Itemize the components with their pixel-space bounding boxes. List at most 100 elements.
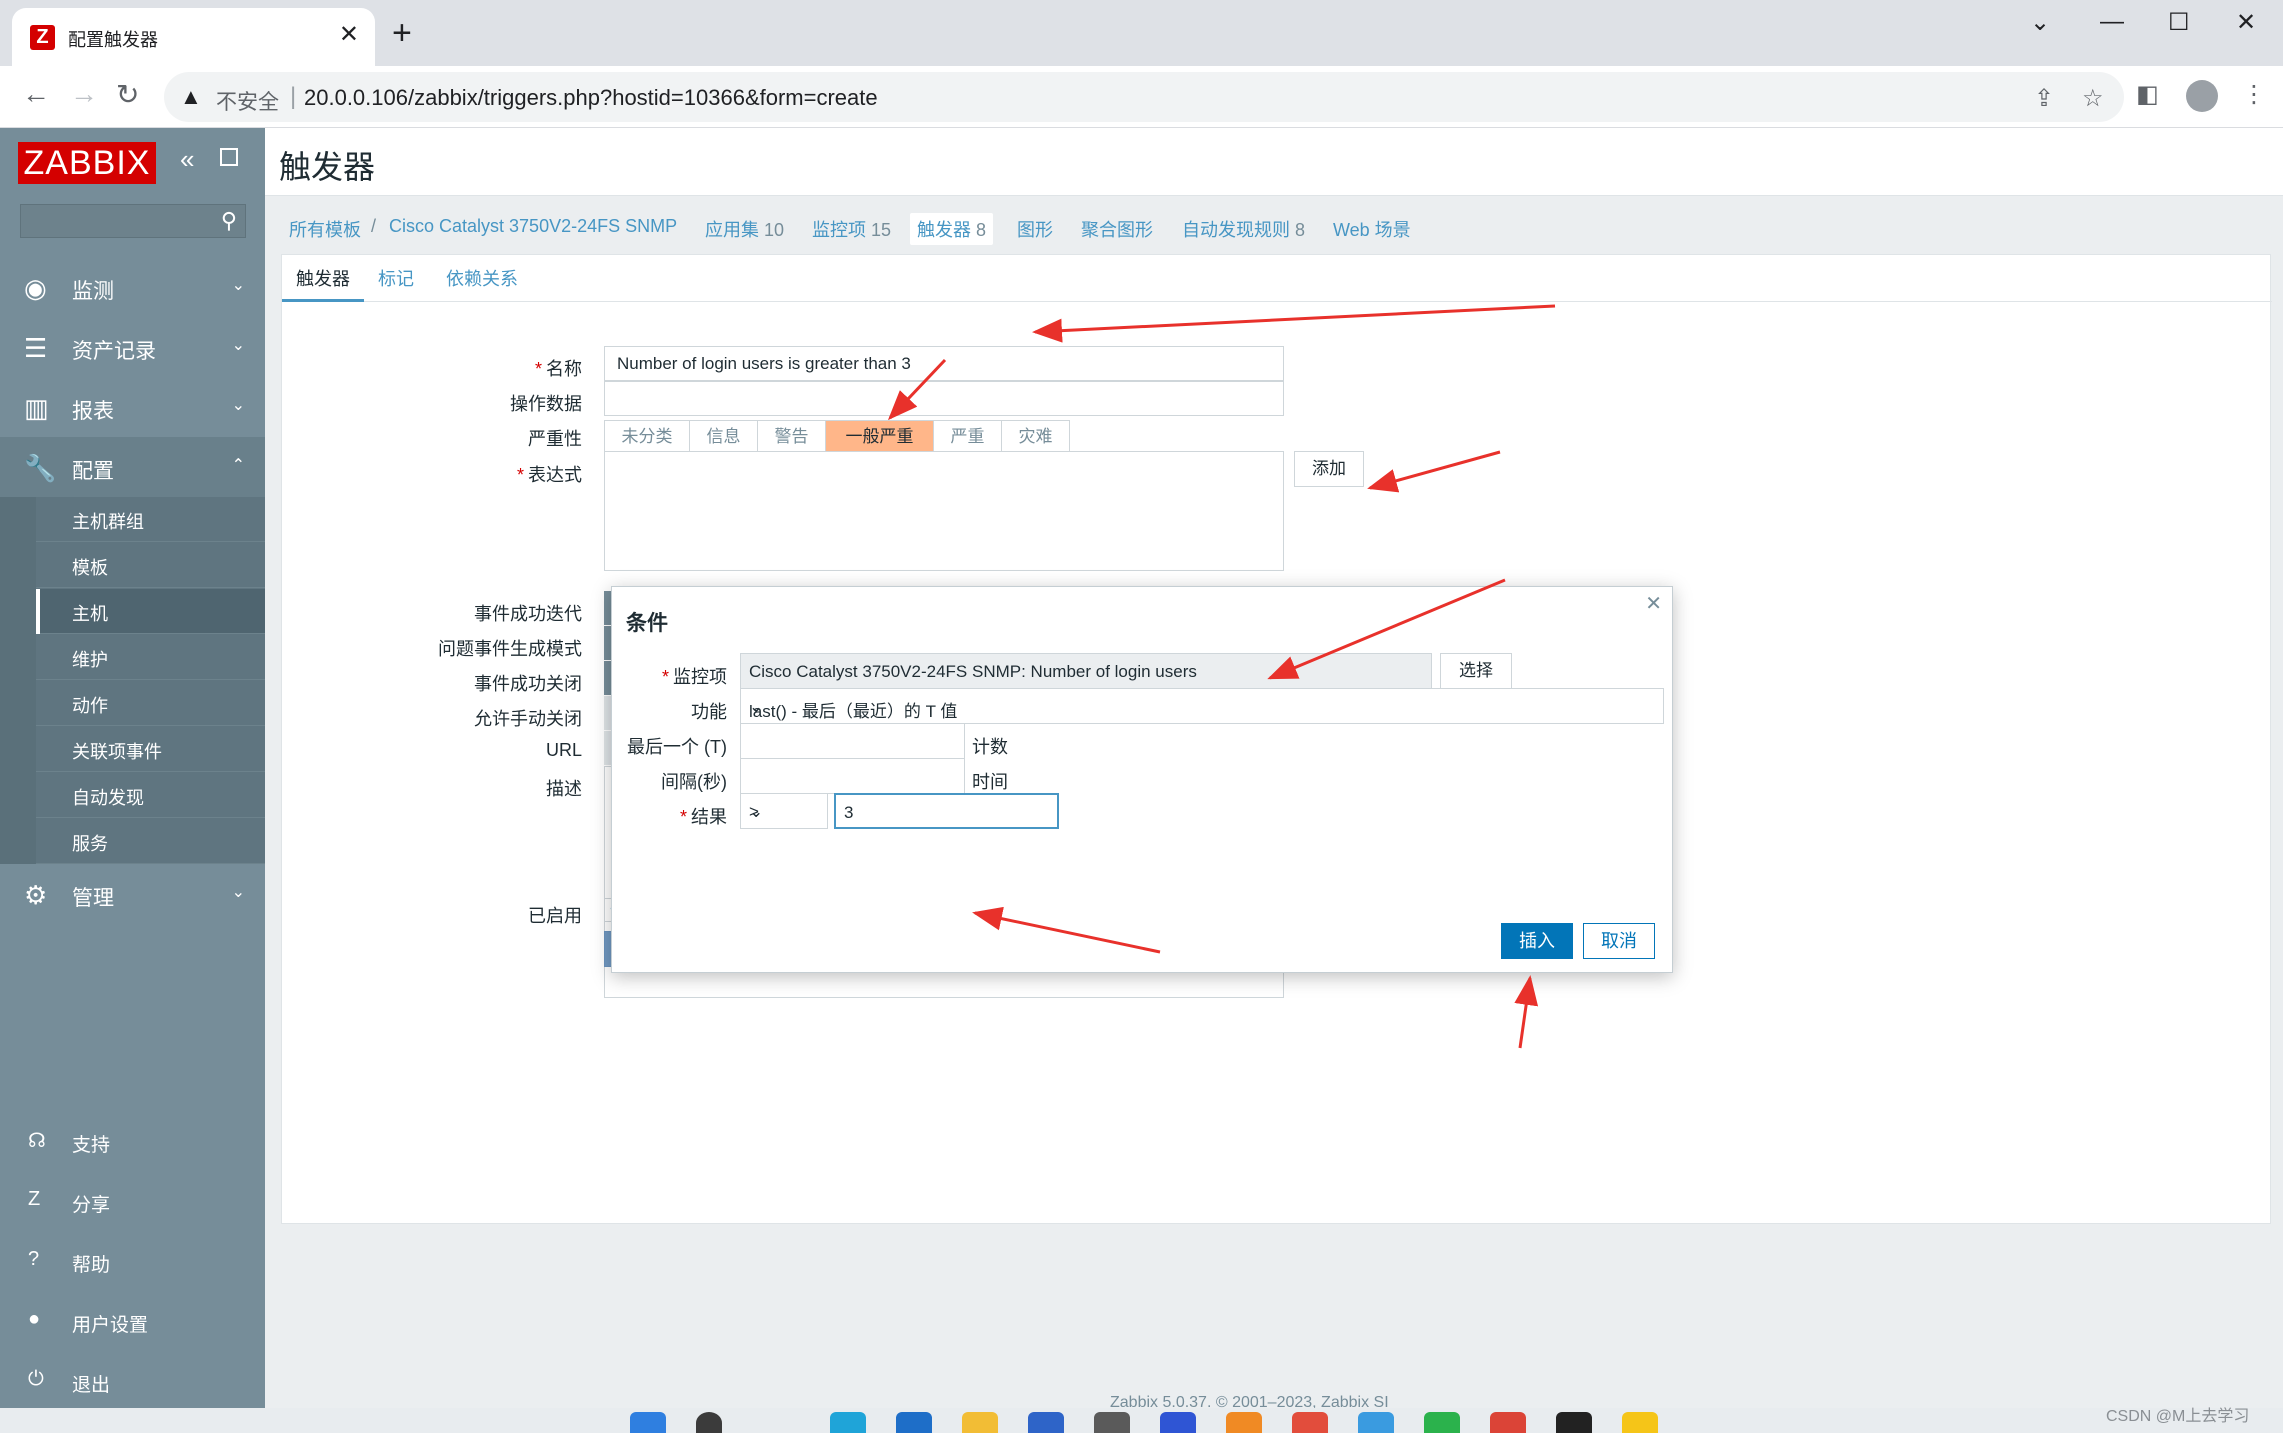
wrench-icon: 🔧 bbox=[24, 453, 57, 483]
edge-icon[interactable] bbox=[830, 1412, 866, 1433]
submenu-hosts[interactable]: 主机 bbox=[36, 589, 265, 634]
last-unit: 计数 bbox=[972, 737, 1008, 757]
browser-tab[interactable]: Z 配置触发器 ✕ bbox=[12, 8, 375, 66]
expression-add-button[interactable]: 添加 bbox=[1294, 451, 1364, 487]
warning-icon[interactable]: ▲ bbox=[180, 84, 202, 110]
item-select-button[interactable]: 选择 bbox=[1440, 653, 1512, 689]
side-panel-icon[interactable]: ◧ bbox=[2136, 80, 2159, 109]
interval-label: 间隔(秒) bbox=[661, 772, 727, 792]
submenu-correlation[interactable]: 关联项事件 bbox=[36, 727, 265, 772]
store-icon[interactable] bbox=[1028, 1412, 1064, 1433]
result-value-input[interactable]: 3 bbox=[834, 793, 1059, 829]
menu-monitoring[interactable]: ◉ 监测 ⌄ bbox=[0, 257, 265, 317]
collapse-sidebar-icon[interactable]: « bbox=[180, 144, 194, 175]
back-icon[interactable]: ← bbox=[22, 78, 50, 110]
breadcrumb-items[interactable]: 监控项 15 bbox=[812, 216, 891, 242]
dialog-cancel-button[interactable]: 取消 bbox=[1583, 923, 1655, 959]
chrome-icon[interactable] bbox=[1490, 1412, 1526, 1433]
submenu-services[interactable]: 服务 bbox=[36, 819, 265, 864]
window-close-icon[interactable]: ✕ bbox=[2236, 8, 2256, 37]
breadcrumb-web[interactable]: Web 场景 bbox=[1333, 216, 1411, 242]
menu-label: 监测 bbox=[72, 280, 114, 303]
breadcrumb-applications[interactable]: 应用集 10 bbox=[705, 216, 784, 242]
maximize-icon[interactable]: ☐ bbox=[2168, 8, 2190, 37]
reload-icon[interactable]: ↻ bbox=[116, 78, 139, 111]
chart-icon: ▥ bbox=[24, 393, 49, 423]
opdata-input[interactable] bbox=[604, 381, 1284, 416]
breadcrumb-discovery[interactable]: 自动发现规则 8 bbox=[1182, 216, 1305, 242]
severity-average[interactable]: 一般严重 bbox=[826, 420, 934, 454]
footer-help[interactable]: ? 帮助 bbox=[0, 1236, 265, 1286]
tab-tags[interactable]: 标记 bbox=[378, 265, 414, 291]
app3-icon[interactable] bbox=[1292, 1412, 1328, 1433]
item-input[interactable]: Cisco Catalyst 3750V2-24FS SNMP: Number … bbox=[740, 653, 1432, 689]
footer-label: 退出 bbox=[72, 1375, 111, 1396]
menu-reports[interactable]: ▥ 报表 ⌄ bbox=[0, 377, 265, 437]
terminal-icon[interactable] bbox=[1094, 1412, 1130, 1433]
breadcrumb-triggers[interactable]: 触发器 8 bbox=[910, 213, 994, 245]
severity-warning[interactable]: 警告 bbox=[758, 420, 826, 454]
tab-dependencies[interactable]: 依赖关系 bbox=[446, 265, 518, 291]
chevron-down-icon: ⌄ bbox=[231, 337, 245, 354]
new-tab-icon[interactable]: + bbox=[392, 14, 412, 53]
app4-icon[interactable] bbox=[1622, 1412, 1658, 1433]
submenu-templates[interactable]: 模板 bbox=[36, 543, 265, 588]
submenu-host-groups[interactable]: 主机群组 bbox=[36, 497, 265, 542]
result-operator-select[interactable]: > ⌄ bbox=[740, 793, 828, 829]
menu-label: 管理 bbox=[72, 887, 114, 910]
name-input[interactable]: Number of login users is greater than 3 bbox=[604, 346, 1284, 381]
zabbix-logo[interactable]: ZABBIX bbox=[18, 142, 156, 184]
insert-button[interactable]: 插入 bbox=[1501, 923, 1573, 959]
forward-icon[interactable]: → bbox=[70, 78, 98, 110]
dialog-close-icon[interactable]: ✕ bbox=[1645, 591, 1662, 616]
last-count-input[interactable] bbox=[740, 723, 965, 759]
os-taskbar bbox=[0, 1408, 2283, 1433]
menu-administration[interactable]: ⚙ 管理 ⌄ bbox=[0, 864, 265, 924]
interval-input[interactable] bbox=[740, 758, 965, 794]
submenu-actions[interactable]: 动作 bbox=[36, 681, 265, 726]
vscode-icon[interactable] bbox=[1160, 1412, 1196, 1433]
kiosk-mode-icon[interactable] bbox=[220, 148, 238, 166]
breadcrumb-graphs[interactable]: 图形 bbox=[1017, 216, 1053, 242]
menu-configuration[interactable]: 🔧 配置 ⌃ bbox=[0, 437, 265, 497]
search-icon[interactable]: ⚲ bbox=[221, 208, 237, 234]
footer-share[interactable]: Z 分享 bbox=[0, 1176, 265, 1226]
qq-icon[interactable] bbox=[1556, 1412, 1592, 1433]
submenu-discovery[interactable]: 自动发现 bbox=[36, 773, 265, 818]
breadcrumb-all-templates[interactable]: 所有模板 bbox=[289, 216, 361, 242]
function-select[interactable]: last() - 最后（最近）的 T 值 ⌄ bbox=[740, 688, 1664, 724]
menu-inventory[interactable]: ☰ 资产记录 ⌄ bbox=[0, 317, 265, 377]
chevron-down-icon: ⌄ bbox=[749, 697, 764, 716]
tab-search-chevron-icon[interactable]: ⌄ bbox=[2030, 8, 2050, 37]
breadcrumb-screens[interactable]: 聚合图形 bbox=[1081, 216, 1153, 242]
result-label: * 结果 bbox=[679, 807, 727, 827]
footer-support[interactable]: ☊ 支持 bbox=[0, 1116, 265, 1166]
url-text[interactable]: 20.0.0.106/zabbix/triggers.php?hostid=10… bbox=[304, 85, 878, 111]
share-page-icon[interactable]: ⇪ bbox=[2034, 84, 2054, 113]
address-bar[interactable]: ▲ 不安全 | 20.0.0.106/zabbix/triggers.php?h… bbox=[164, 72, 2124, 122]
start-icon[interactable] bbox=[630, 1412, 666, 1433]
tab-close-icon[interactable]: ✕ bbox=[339, 20, 359, 49]
submenu-maintenance[interactable]: 维护 bbox=[36, 635, 265, 680]
app-icon[interactable] bbox=[896, 1412, 932, 1433]
severity-high[interactable]: 严重 bbox=[934, 420, 1002, 454]
search-icon[interactable] bbox=[696, 1412, 722, 1433]
notepad-icon[interactable] bbox=[1358, 1412, 1394, 1433]
browser-menu-icon[interactable]: ⋮ bbox=[2242, 80, 2266, 109]
bookmark-star-icon[interactable]: ☆ bbox=[2082, 84, 2104, 113]
sidebar-search-input[interactable]: ⚲ bbox=[20, 204, 246, 238]
app2-icon[interactable] bbox=[1226, 1412, 1262, 1433]
footer-user-settings[interactable]: ● 用户设置 bbox=[0, 1296, 265, 1346]
footer-logout[interactable]: ⏻ 退出 bbox=[0, 1356, 265, 1406]
breadcrumb-host[interactable]: Cisco Catalyst 3750V2-24FS SNMP bbox=[389, 216, 677, 237]
severity-information[interactable]: 信息 bbox=[690, 420, 758, 454]
folder-icon[interactable] bbox=[962, 1412, 998, 1433]
expression-textarea[interactable] bbox=[604, 451, 1284, 571]
severity-not-classified[interactable]: 未分类 bbox=[604, 420, 690, 454]
severity-disaster[interactable]: 灾难 bbox=[1002, 420, 1070, 454]
wechat-icon[interactable] bbox=[1424, 1412, 1460, 1433]
profile-avatar-icon[interactable] bbox=[2186, 80, 2218, 112]
minimize-icon[interactable]: — bbox=[2100, 8, 2124, 36]
tab-trigger[interactable]: 触发器 bbox=[296, 265, 350, 291]
gear-icon: ⚙ bbox=[24, 880, 48, 910]
